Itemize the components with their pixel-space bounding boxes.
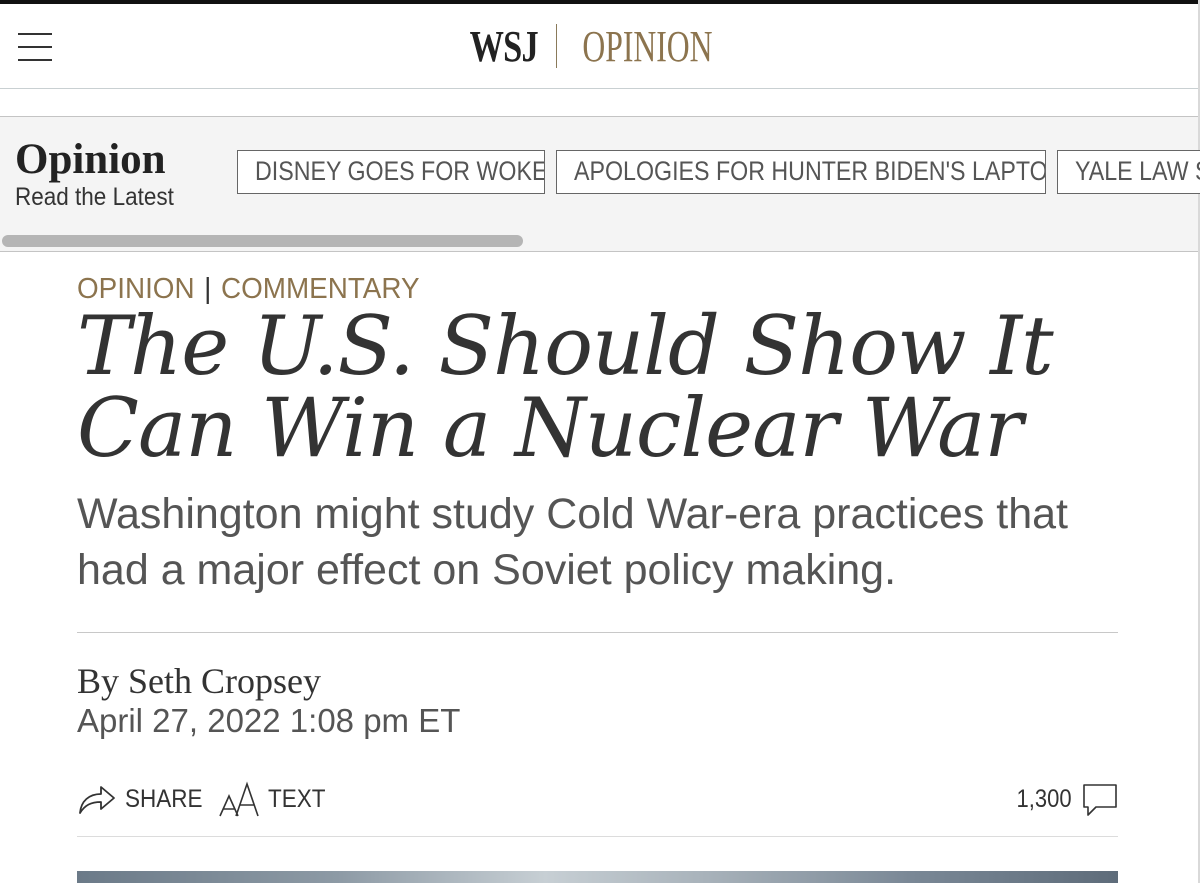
topic-pill-yale-law[interactable]: YALE LAW S bbox=[1057, 150, 1200, 194]
topic-pill-disney[interactable]: DISNEY GOES FOR WOKE bbox=[237, 150, 545, 194]
logo-divider bbox=[555, 24, 557, 68]
share-label: SHARE bbox=[125, 784, 203, 813]
publish-date: April 27, 2022 1:08 pm ET bbox=[77, 702, 461, 739]
site-header: WSJ OPINION bbox=[0, 4, 1198, 89]
author-link[interactable]: Seth Cropsey bbox=[128, 661, 321, 701]
byline-prefix: By bbox=[77, 661, 120, 701]
article-dek: Washington might study Cold War-era prac… bbox=[77, 490, 1068, 594]
text-size-icon bbox=[219, 781, 259, 817]
divider bbox=[77, 632, 1118, 633]
text-size-button[interactable]: TEXT bbox=[218, 778, 332, 820]
article-tools: SHARE TEXT 1,300 bbox=[77, 778, 1118, 820]
article-headline: The U.S. Should Show It Can Win a Nuclea… bbox=[77, 300, 1054, 476]
comments-button[interactable]: 1,300 bbox=[1009, 778, 1118, 820]
logo-wsj: WSJ bbox=[469, 21, 539, 71]
logo-section: OPINION bbox=[582, 21, 713, 71]
share-arrow-icon bbox=[79, 786, 115, 814]
strip-title[interactable]: Opinion bbox=[15, 135, 166, 184]
comment-bubble-icon bbox=[1083, 784, 1117, 816]
strip-scrollbar-thumb[interactable] bbox=[2, 235, 523, 247]
site-logo[interactable]: WSJ OPINION bbox=[0, 4, 1198, 88]
text-label: TEXT bbox=[268, 784, 326, 813]
strip-subtitle[interactable]: Read the Latest bbox=[15, 183, 174, 212]
byline: By Seth Cropsey bbox=[77, 660, 321, 702]
topic-pill-hunter-biden[interactable]: APOLOGIES FOR HUNTER BIDEN'S LAPTOP bbox=[556, 150, 1046, 194]
divider bbox=[77, 836, 1118, 837]
strip-scrollbar bbox=[0, 232, 1198, 250]
topic-pill-label: APOLOGIES FOR HUNTER BIDEN'S LAPTOP bbox=[574, 156, 1046, 186]
hero-image bbox=[77, 871, 1118, 883]
comment-count: 1,300 bbox=[1016, 784, 1072, 813]
topic-pill-label: DISNEY GOES FOR WOKE bbox=[255, 156, 545, 186]
share-button[interactable]: SHARE bbox=[77, 778, 211, 820]
topic-pill-label: YALE LAW S bbox=[1075, 156, 1200, 186]
